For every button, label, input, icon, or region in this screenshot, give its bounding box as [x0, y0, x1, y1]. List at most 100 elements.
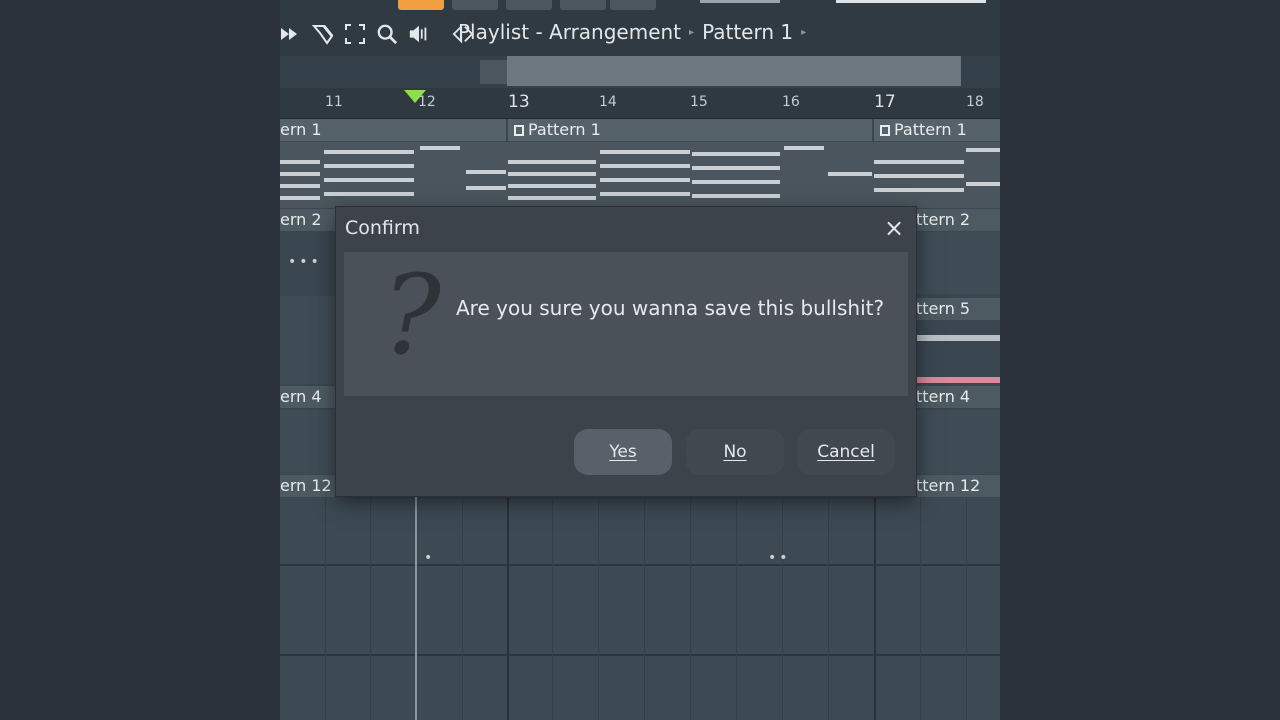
- clip-strip[interactable]: [917, 335, 1000, 341]
- track-divider: [280, 564, 1000, 566]
- note: [600, 150, 690, 154]
- breadcrumb: Playlist - Arrangement ▸ Pattern 1 ▸: [458, 20, 806, 44]
- track-grid[interactable]: [916, 232, 1000, 294]
- clip-label: Pattern 1: [528, 120, 601, 139]
- note: [280, 172, 320, 176]
- dialog-title: Confirm: [345, 217, 420, 239]
- no-button[interactable]: No: [686, 429, 784, 475]
- note: [324, 178, 414, 182]
- note: [508, 160, 596, 164]
- note: [466, 186, 506, 190]
- toolbar-button[interactable]: [506, 0, 552, 10]
- question-mark-icon: ?: [382, 251, 441, 379]
- toolbar-button[interactable]: [610, 0, 656, 10]
- note: [874, 188, 964, 192]
- note: [600, 192, 690, 196]
- pattern-clip-header[interactable]: ern 1: [280, 119, 506, 141]
- track-label-left[interactable]: ern 2: [280, 209, 336, 231]
- track-label-right[interactable]: ttern 12: [916, 475, 1000, 497]
- select-icon[interactable]: [344, 22, 366, 46]
- step-dots: ••: [768, 550, 791, 566]
- note: [874, 160, 964, 164]
- grid-line: [552, 498, 553, 720]
- toolbar-field[interactable]: [836, 0, 986, 3]
- track-label-left[interactable]: ern 12: [280, 475, 336, 497]
- pattern-icon: [880, 125, 890, 136]
- note: [324, 150, 414, 154]
- speaker-icon[interactable]: [408, 22, 430, 46]
- close-icon[interactable]: ×: [882, 216, 906, 240]
- note: [280, 196, 320, 200]
- note: [828, 172, 872, 176]
- note: [692, 194, 780, 198]
- overview-scrollbar[interactable]: [280, 56, 1000, 88]
- note: [966, 182, 1000, 186]
- fl-studio-screenshot: Playlist - Arrangement ▸ Pattern 1 ▸ 11 …: [280, 0, 1000, 720]
- note: [874, 174, 964, 178]
- toolbar-slider[interactable]: [700, 0, 780, 3]
- overview-thumb[interactable]: [507, 56, 961, 86]
- step-dot: •: [424, 550, 436, 566]
- dialog-message-panel: ? Are you sure you wanna save this bulls…: [344, 252, 908, 396]
- note: [280, 160, 320, 164]
- grid-line: [325, 498, 326, 720]
- grid-line: [644, 498, 645, 720]
- yes-button[interactable]: Yes: [574, 429, 672, 475]
- paint-brush-icon[interactable]: [312, 22, 334, 46]
- timeline-ruler[interactable]: 11 12 13 14 15 16 17 18: [280, 88, 1000, 119]
- header-tool-icons: [280, 22, 474, 46]
- track-label-left[interactable]: ern 4: [280, 386, 336, 408]
- toolbar-button[interactable]: [452, 0, 498, 10]
- note: [784, 146, 824, 150]
- note: [692, 152, 780, 156]
- grid-line: [462, 498, 463, 720]
- bar-number: 15: [690, 94, 708, 110]
- dialog-message: Are you sure you wanna save this bullshi…: [456, 296, 885, 320]
- playlist-grid[interactable]: • ••: [280, 498, 1000, 720]
- track-grid[interactable]: [280, 410, 336, 474]
- track-grid[interactable]: [916, 410, 1000, 474]
- track-label-right[interactable]: ttern 2: [916, 209, 1000, 231]
- playlist-header: Playlist - Arrangement ▸ Pattern 1 ▸: [280, 14, 1000, 56]
- note: [324, 192, 414, 196]
- breadcrumb-separator-icon: ▸: [801, 26, 807, 38]
- grid-line: [736, 498, 737, 720]
- track-divider: [280, 654, 1000, 656]
- track-grid[interactable]: [280, 296, 336, 384]
- step-dots: •••: [288, 254, 322, 270]
- breadcrumb-separator-icon: ▸: [689, 26, 695, 38]
- zoom-icon[interactable]: [376, 22, 398, 46]
- bar-number: 14: [599, 94, 617, 110]
- toolbar-active-button[interactable]: [398, 0, 444, 10]
- pattern-clip-header[interactable]: Pattern 1: [508, 119, 872, 141]
- note: [420, 146, 460, 150]
- grid-line: [966, 498, 967, 720]
- pattern-notes-strip[interactable]: [280, 142, 1000, 208]
- cancel-button[interactable]: Cancel: [797, 429, 895, 475]
- bar-number: 13: [508, 92, 530, 112]
- playhead-marker-icon[interactable]: [404, 90, 426, 103]
- top-toolbar-strip: [280, 0, 1000, 14]
- play-arrows-icon[interactable]: [280, 22, 302, 46]
- grid-line: [828, 498, 829, 720]
- note: [600, 164, 690, 168]
- note: [508, 184, 596, 188]
- pattern-icon: [514, 125, 524, 136]
- overview-left-segment: [480, 60, 508, 84]
- note: [600, 178, 690, 182]
- track-label-right[interactable]: ttern 5: [916, 298, 1000, 320]
- grid-line: [370, 498, 371, 720]
- note: [324, 164, 414, 168]
- track-label-right[interactable]: ttern 4: [916, 386, 1000, 408]
- grid-line: [690, 498, 691, 720]
- note: [692, 166, 780, 170]
- pattern-clip-header[interactable]: Pattern 1: [874, 119, 1000, 141]
- toolbar-button[interactable]: [560, 0, 606, 10]
- playhead-line: [415, 496, 417, 720]
- breadcrumb-playlist[interactable]: Playlist - Arrangement: [458, 20, 681, 44]
- note: [508, 196, 596, 200]
- automation-clip-strip[interactable]: [917, 377, 1000, 383]
- breadcrumb-pattern[interactable]: Pattern 1: [702, 20, 793, 44]
- grid-line: [598, 498, 599, 720]
- note: [966, 148, 1000, 152]
